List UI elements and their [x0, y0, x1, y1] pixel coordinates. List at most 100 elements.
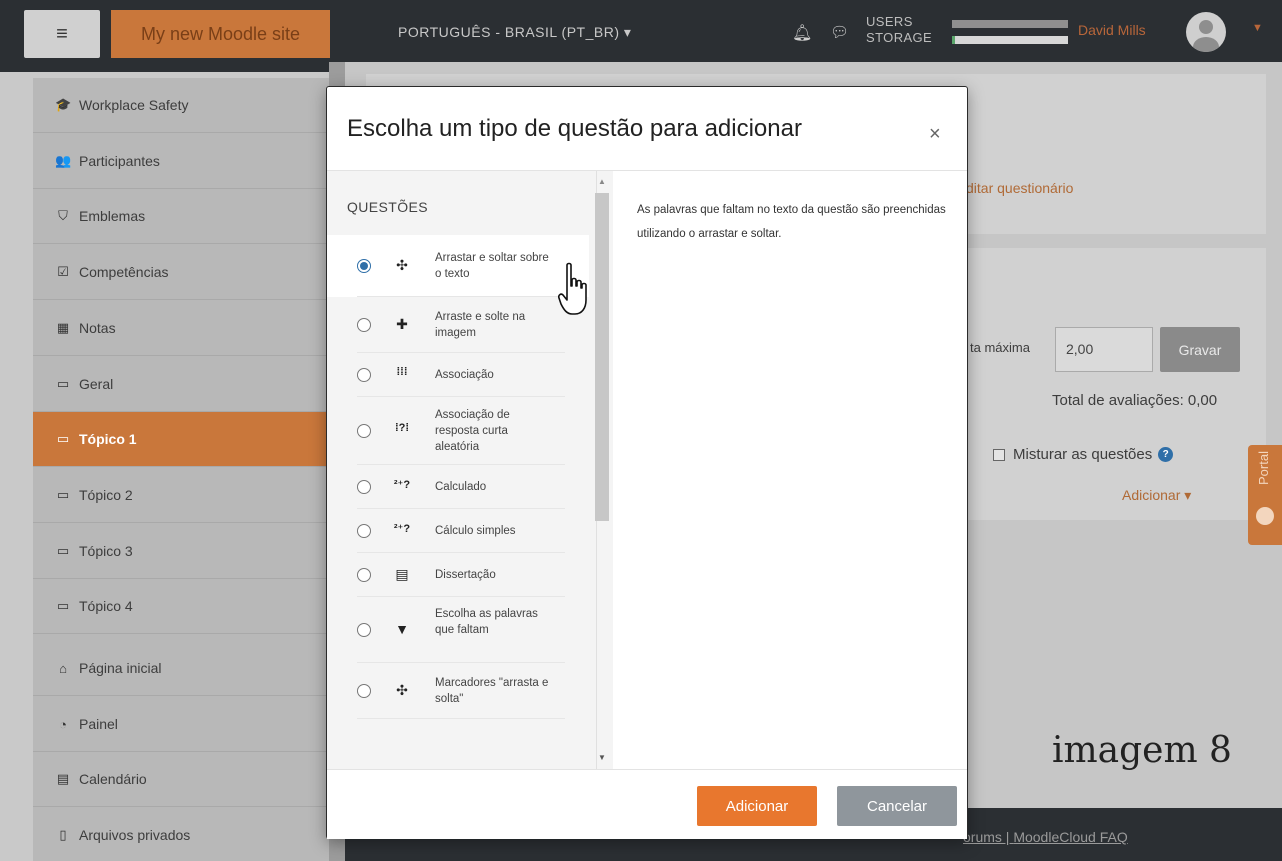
sidebar-item[interactable]: 🎓 Workplace Safety — [33, 78, 329, 133]
sidebar-item-label: Tópico 4 — [79, 598, 133, 614]
checkbox-icon: ☑ — [57, 264, 69, 279]
avatar[interactable] — [1186, 12, 1226, 52]
question-type-option[interactable]: ✣ Arrastar e soltar sobre o texto — [327, 235, 589, 297]
sidebar-item[interactable]: ▯ Arquivos privados — [33, 808, 329, 861]
portal-tab[interactable]: Portal — [1248, 445, 1282, 545]
sidebar-item-label: Emblemas — [79, 208, 146, 224]
question-type-modal: Escolha um tipo de questão para adiciona… — [326, 86, 968, 839]
question-type-option[interactable]: ▤ Dissertação — [327, 553, 589, 597]
question-type-label: Calculado — [435, 481, 487, 493]
sidebar-item[interactable]: ☑ Competências — [33, 245, 329, 300]
edit-quiz-link[interactable]: ditar questionário — [966, 180, 1073, 196]
hamburger-icon[interactable]: ≡ — [24, 10, 100, 58]
moodlecloud-faq-link[interactable]: MoodleCloud FAQ — [1013, 829, 1127, 845]
question-type-radio[interactable] — [357, 623, 371, 637]
shuffle-questions[interactable]: Misturar as questões ? — [993, 446, 1174, 463]
shuffle-checkbox[interactable] — [993, 448, 1005, 461]
calendar-icon: ▤ — [56, 771, 70, 786]
sidebar-item-label: Tópico 1 — [79, 431, 137, 447]
course-sidebar: 🎓 Workplace Safety 👥 Participantes ⛉ Emblemas… — [33, 78, 329, 861]
save-grade-button[interactable]: Gravar — [1160, 327, 1240, 372]
sidebar-item[interactable]: ▦ Notas — [33, 301, 329, 356]
calculated-icon: ²⁺? — [393, 479, 411, 491]
question-type-option[interactable]: ✚ Arraste e solte na imagem — [327, 297, 589, 353]
language-menu[interactable]: PORTUGUÊS - BRASIL (PT_BR) ▾ — [398, 24, 631, 41]
sidebar-item[interactable]: ▭ Tópico 1 — [33, 412, 329, 467]
question-type-radio[interactable] — [357, 524, 371, 538]
sidebar-item[interactable]: ⌂ Página inicial — [33, 641, 329, 696]
sidebar-item[interactable]: ⛉ Emblemas — [33, 189, 329, 244]
question-type-radio[interactable] — [357, 424, 371, 438]
modal-header: Escolha um tipo de questão para adiciona… — [327, 87, 967, 171]
close-icon[interactable]: × — [929, 123, 941, 146]
sidebar-item[interactable]: ▭ Tópico 3 — [33, 524, 329, 579]
question-type-option[interactable]: ⁞⁞⁞ Associação — [327, 353, 589, 397]
sidebar-item-label: Geral — [79, 376, 114, 392]
question-type-option[interactable]: ²⁺? Calculado — [327, 465, 589, 509]
sidebar-item[interactable]: ▭ Geral — [33, 357, 329, 412]
sidebar-item[interactable]: ▭ Tópico 4 — [33, 579, 329, 634]
graduation-cap-icon: 🎓 — [55, 97, 72, 112]
help-icon[interactable]: ? — [1158, 447, 1174, 462]
bell-icon[interactable]: 🔔︎ — [792, 23, 812, 43]
question-options-pane: QUESTÕES ✣ Arrastar e soltar sobre o text… — [327, 171, 597, 769]
chat-icon[interactable]: 💬︎ — [830, 23, 849, 41]
forums-link[interactable]: orums | — [963, 829, 1013, 845]
site-name-link[interactable]: My new Moodle site — [111, 10, 330, 58]
moodle-icon — [1256, 507, 1274, 525]
sidebar-item-label: Página inicial — [79, 660, 162, 676]
question-description-pane: As palavras que faltam no texto da quest… — [613, 171, 967, 769]
question-type-option[interactable]: ✣ Marcadores "arrasta e solta" — [327, 663, 589, 719]
drag-drop-text-icon: ✣ — [396, 257, 408, 273]
question-type-label: Arrastar e soltar sobre o texto — [435, 252, 549, 280]
question-type-radio[interactable] — [357, 684, 371, 698]
file-icon: ▯ — [59, 827, 67, 842]
user-name[interactable]: David Mills — [1078, 22, 1146, 38]
calculated-simple-icon: ²⁺? — [393, 523, 411, 535]
storage-label-users: USERS — [866, 14, 913, 29]
modal-title: Escolha um tipo de questão para adiciona… — [347, 115, 802, 142]
question-type-label: Cálculo simples — [435, 525, 516, 537]
question-description: As palavras que faltam no texto da quest… — [637, 204, 946, 240]
hand-cursor-icon — [558, 262, 587, 315]
scroll-up-icon[interactable]: ▲ — [598, 177, 606, 186]
portal-tab-label: Portal — [1256, 451, 1271, 485]
shield-icon: ⛉ — [58, 208, 68, 223]
question-type-option[interactable]: ²⁺? Cálculo simples — [327, 509, 589, 553]
question-type-label: Marcadores "arrasta e solta" — [435, 677, 549, 705]
question-type-radio[interactable] — [357, 568, 371, 582]
add-menu[interactable]: Adicionar ▾ — [1122, 487, 1191, 504]
folder-icon: ▭ — [56, 376, 70, 391]
cancel-button[interactable]: Cancelar — [837, 786, 957, 826]
add-question-button[interactable]: Adicionar — [697, 786, 817, 826]
sidebar-item-label: Competências — [79, 264, 169, 280]
drag-drop-image-icon: ✚ — [396, 316, 408, 332]
sidebar-item-label: Painel — [79, 716, 118, 732]
question-type-option[interactable]: ⁞?⁞ Associação de resposta curta aleatóri… — [327, 397, 589, 465]
question-type-radio[interactable] — [357, 318, 371, 332]
storage-label-storage: STORAGE — [866, 30, 933, 45]
question-type-label: Escolha as palavras que faltam — [435, 608, 538, 636]
options-scrollbar-thumb[interactable] — [595, 193, 609, 521]
question-type-radio[interactable] — [357, 259, 371, 273]
question-type-radio[interactable] — [357, 480, 371, 494]
matching-icon: ⁞⁞⁞ — [396, 366, 408, 378]
sidebar-item[interactable]: ◔ Painel — [33, 697, 329, 752]
folder-icon: ▭ — [56, 543, 70, 558]
question-type-label: Associação — [435, 369, 494, 381]
question-type-radio[interactable] — [357, 368, 371, 382]
dashboard-icon: ◔ — [59, 716, 67, 732]
question-type-option[interactable]: ▼ Escolha as palavras que faltam — [327, 597, 589, 663]
sidebar-item-label: Participantes — [79, 153, 160, 169]
footer-links: orums | MoodleCloud FAQ — [963, 829, 1128, 845]
sidebar-item[interactable]: ▤ Calendário — [33, 752, 329, 807]
question-type-label: Associação de resposta curta aleatória — [435, 409, 510, 453]
sidebar-item[interactable]: 👥 Participantes — [33, 134, 329, 189]
sidebar-item[interactable]: ▭ Tópico 2 — [33, 468, 329, 523]
scroll-down-icon[interactable]: ▼ — [598, 753, 606, 762]
drag-markers-icon: ✣ — [396, 682, 408, 698]
max-grade-input[interactable]: 2,00 — [1055, 327, 1153, 372]
chevron-down-icon[interactable]: ▼ — [1252, 22, 1263, 34]
users-usage-bar — [952, 20, 1068, 28]
section-heading: QUESTÕES — [347, 199, 428, 215]
